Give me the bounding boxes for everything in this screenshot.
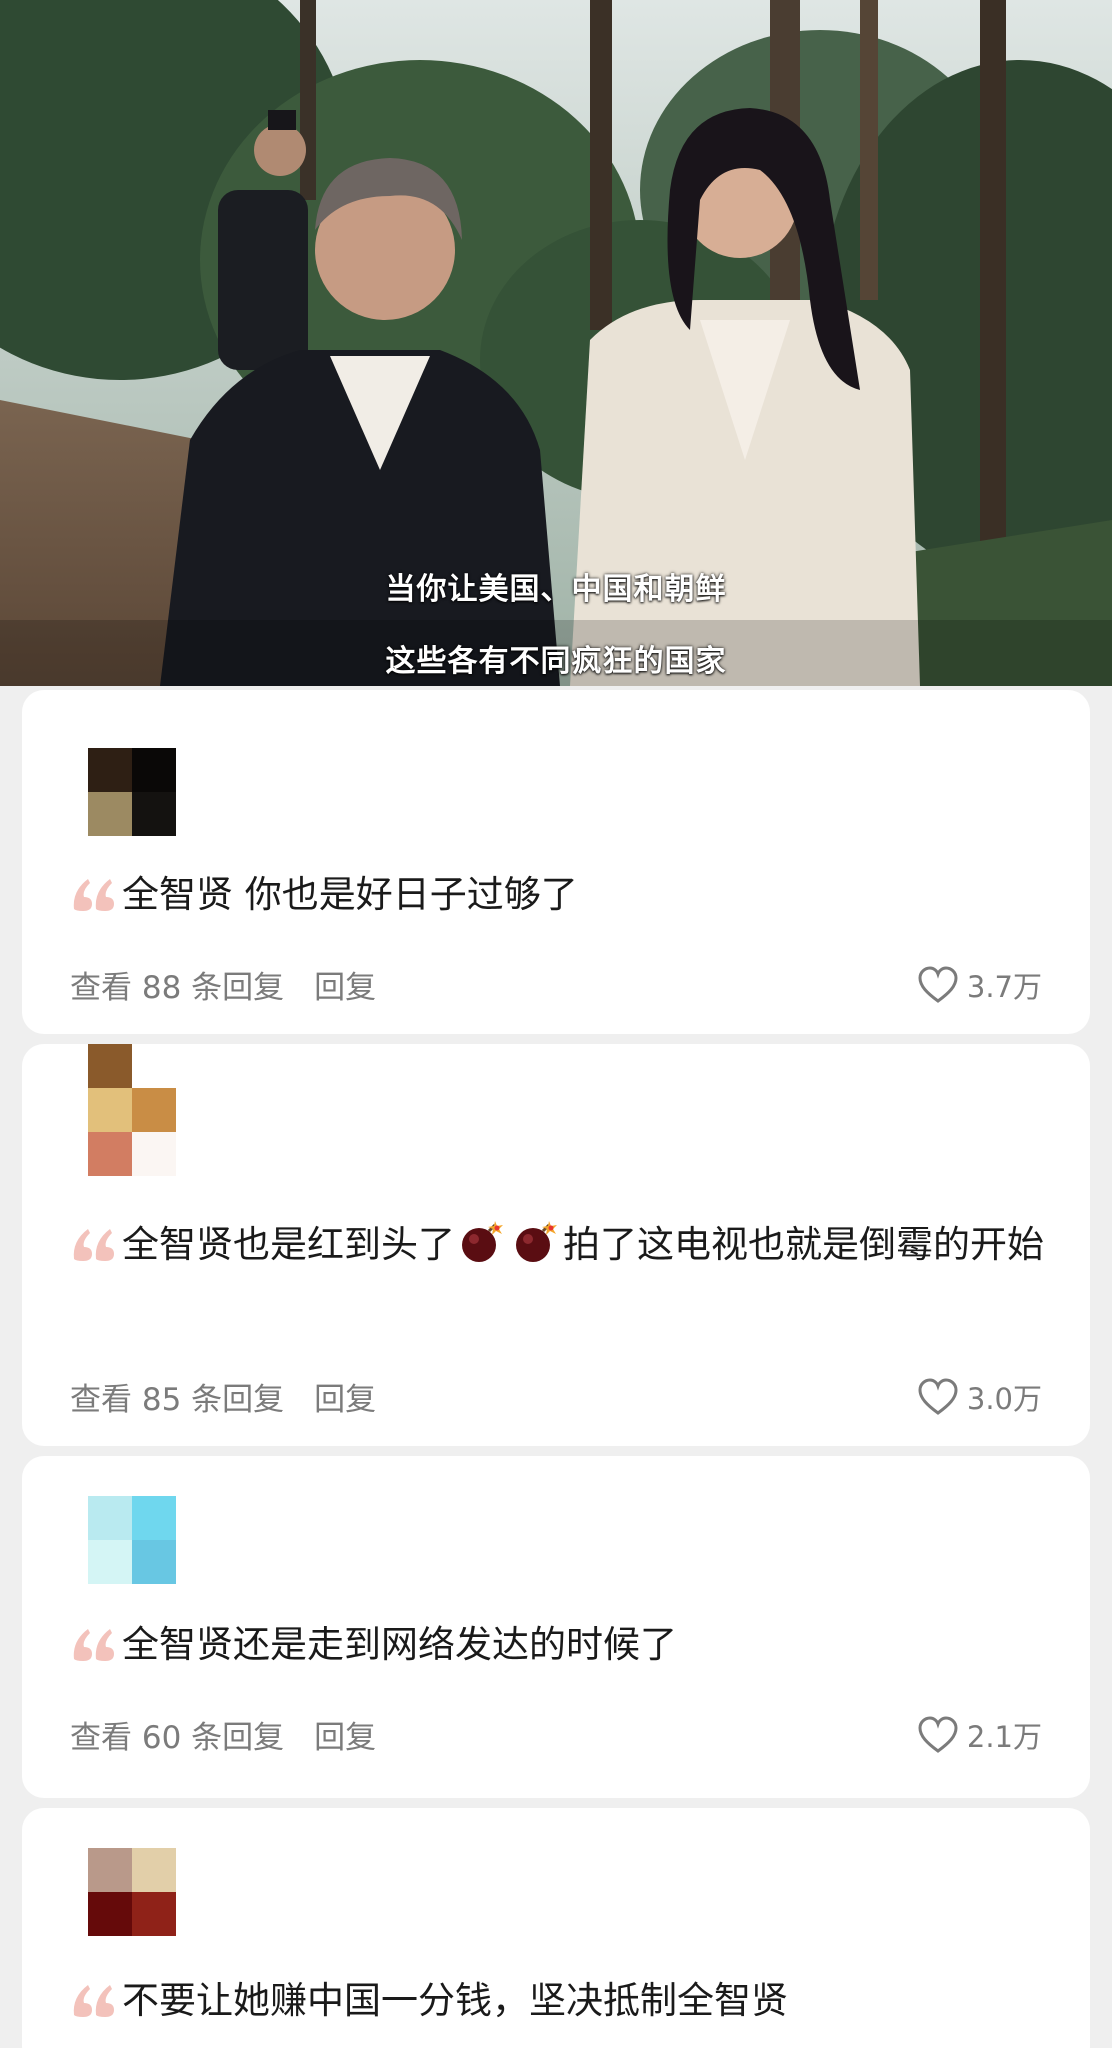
avatar-pixel — [88, 1044, 132, 1088]
like-button[interactable]: 3.0万 — [917, 1376, 1042, 1418]
comment-actions: 查看 88 条回复 回复 — [70, 962, 376, 1007]
comment-body: 全智贤 你也是好日子过够了 — [122, 873, 578, 916]
comment-card: 全智贤 你也是好日子过够了 查看 88 条回复 回复 3.7万 — [22, 690, 1090, 1034]
avatar-pixel — [88, 792, 132, 836]
avatar-pixel — [132, 1044, 176, 1088]
view-replies-link[interactable]: 查看 60 条回复 — [70, 1720, 284, 1756]
bomb-icon — [459, 1219, 505, 1265]
comment-card: 不要让她赚中国一分钱，坚决抵制全智贤 — [22, 1808, 1090, 2048]
avatar[interactable] — [88, 1496, 176, 1584]
comment-card: 全智贤也是红到头了 拍了这电视也就是倒霉的开始 查看 85 条回复 回复 3.0万 — [22, 1044, 1090, 1446]
avatar-pixel — [132, 792, 176, 836]
avatar-pixel — [88, 1892, 132, 1936]
subtitle-line-2: 这些各有不同疯狂的国家 — [385, 644, 727, 679]
comment-actions: 查看 85 条回复 回复 — [70, 1374, 376, 1419]
quote-mark-icon — [70, 1623, 118, 1663]
avatar[interactable] — [88, 748, 176, 836]
avatar[interactable] — [88, 1044, 176, 1176]
bomb-icon — [513, 1219, 559, 1265]
comment-text: 全智贤也是红到头了 拍了这电视也就是倒霉的开始 — [70, 1216, 1050, 1274]
view-replies-link[interactable]: 查看 88 条回复 — [70, 970, 284, 1006]
video-frame[interactable]: 当你让美国、中国和朝鲜 这些各有不同疯狂的国家 — [0, 0, 1112, 686]
avatar[interactable] — [88, 1848, 176, 1936]
quote-mark-icon — [70, 873, 118, 913]
subtitle-line-1: 当你让美国、中国和朝鲜 — [385, 572, 727, 607]
avatar-pixel — [132, 1132, 176, 1176]
avatar-pixel — [88, 748, 132, 792]
avatar-pixel — [132, 1088, 176, 1132]
avatar-pixel — [88, 1540, 132, 1584]
comment-text: 全智贤 你也是好日子过够了 — [70, 866, 1050, 924]
heart-icon — [918, 966, 958, 1003]
reply-button[interactable]: 回复 — [314, 1720, 376, 1756]
avatar-pixel — [88, 1496, 132, 1540]
quote-mark-icon — [70, 1979, 118, 2019]
comment-text: 不要让她赚中国一分钱，坚决抵制全智贤 — [70, 1972, 1050, 2030]
comment-body: 全智贤也是红到头了 — [122, 1223, 455, 1266]
like-button[interactable]: 3.7万 — [917, 964, 1042, 1006]
avatar-pixel — [88, 1848, 132, 1892]
quote-mark-icon — [70, 1223, 118, 1263]
avatar-pixel — [132, 1496, 176, 1540]
reply-button[interactable]: 回复 — [314, 1382, 376, 1418]
avatar-pixel — [132, 748, 176, 792]
comment-card: 全智贤还是走到网络发达的时候了 查看 60 条回复 回复 2.1万 — [22, 1456, 1090, 1798]
view-replies-link[interactable]: 查看 85 条回复 — [70, 1382, 284, 1418]
comment-body-continued: 拍了这电视也就是倒霉的开始 — [563, 1223, 1044, 1266]
comment-body: 不要让她赚中国一分钱，坚决抵制全智贤 — [122, 1979, 788, 2022]
like-count: 3.7万 — [966, 970, 1042, 1004]
comment-actions: 查看 60 条回复 回复 — [70, 1712, 376, 1757]
avatar-pixel — [132, 1848, 176, 1892]
comment-text: 全智贤还是走到网络发达的时候了 — [70, 1616, 1050, 1674]
heart-icon — [918, 1716, 958, 1753]
avatar-pixel — [132, 1540, 176, 1584]
reply-button[interactable]: 回复 — [314, 970, 376, 1006]
like-count: 3.0万 — [966, 1382, 1042, 1416]
avatar-pixel — [88, 1132, 132, 1176]
heart-icon — [918, 1378, 958, 1415]
avatar-pixel — [132, 1892, 176, 1936]
like-button[interactable]: 2.1万 — [917, 1714, 1042, 1756]
avatar-pixel — [88, 1088, 132, 1132]
like-count: 2.1万 — [966, 1720, 1042, 1754]
screenshot: 当你让美国、中国和朝鲜 这些各有不同疯狂的国家 全智贤 你也是好日子过够了 查看… — [0, 0, 1112, 2048]
comment-body: 全智贤还是走到网络发达的时候了 — [122, 1623, 677, 1666]
